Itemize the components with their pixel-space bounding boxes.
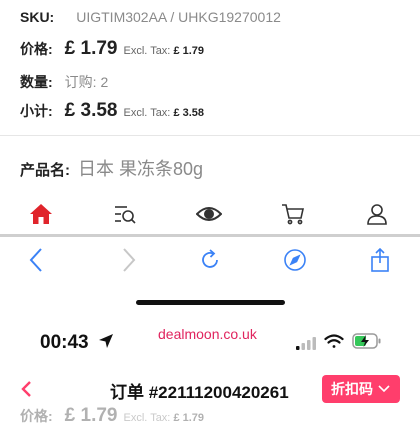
- partial-price-label: 价格:: [20, 408, 53, 424]
- reload-icon: [202, 249, 218, 268]
- partial-price-value: £ 1.79: [64, 405, 118, 426]
- search-list-icon: [115, 206, 136, 224]
- status-time: 00:43: [40, 332, 114, 354]
- compass-icon: [284, 249, 306, 271]
- partial-price-row: 价格: £ 1.79 Excl. Tax: £ 1.79: [20, 405, 204, 427]
- cellular-signal-icon: [296, 337, 316, 350]
- profile-icon: [367, 204, 387, 225]
- qty-label: 数量:: [20, 74, 53, 90]
- browser-share-button[interactable]: [363, 244, 397, 276]
- product-name-row: 产品名: 日本 果冻条80g: [20, 155, 203, 181]
- cart-icon: [282, 204, 304, 225]
- divider: [0, 135, 420, 136]
- sku-row: SKU: UIGTIM302AA / UHKG19270012: [20, 9, 281, 25]
- tab-watch[interactable]: [189, 196, 229, 232]
- partial-tax: Excl. Tax: £ 1.79: [124, 412, 205, 424]
- product-name-label: 产品名:: [20, 162, 70, 179]
- subtotal-tax-label: Excl. Tax:: [123, 107, 171, 119]
- subtotal-tax-value: £ 3.58: [173, 107, 205, 119]
- price-row: 价格: £ 1.79 Excl. Tax: £ 1.79: [20, 38, 204, 60]
- qty-row: 数量: 订购: 2: [20, 72, 108, 92]
- price-label: 价格:: [20, 41, 53, 57]
- tab-profile[interactable]: [357, 196, 397, 232]
- location-arrow-icon: [98, 334, 113, 348]
- product-name-value: 日本 果冻条80g: [78, 159, 204, 179]
- subtotal-value: £ 3.58: [64, 100, 118, 121]
- browser-reload-button[interactable]: [193, 244, 227, 276]
- home-icon: [30, 204, 52, 224]
- qty-value: 订购: 2: [64, 74, 109, 90]
- sku-value: UIGTIM302AA / UHKG19270012: [76, 9, 281, 25]
- tab-cart[interactable]: [273, 196, 313, 232]
- order-title: 订单 #22111200420261: [110, 383, 289, 402]
- status-time-text: 00:43: [40, 332, 89, 353]
- sku-label: SKU:: [20, 9, 55, 25]
- browser-forward-button[interactable]: [112, 244, 146, 276]
- coupon-button[interactable]: 折扣码: [322, 375, 400, 403]
- subtotal-label: 小计:: [20, 103, 53, 119]
- share-icon: [371, 248, 389, 272]
- price-tax-value: £ 1.79: [173, 45, 205, 57]
- status-url: dealmoon.co.uk: [158, 326, 257, 342]
- back-icon: [29, 248, 42, 272]
- bottom-tab-bar: [0, 196, 420, 232]
- partial-tax-value: £ 1.79: [173, 412, 205, 424]
- order-back-icon[interactable]: [20, 380, 32, 398]
- price-tax-label: Excl. Tax:: [123, 45, 171, 57]
- price-tax: Excl. Tax: £ 1.79: [124, 45, 205, 57]
- browser-back-button[interactable]: [19, 244, 53, 276]
- chevron-down-icon: [378, 385, 390, 393]
- battery-charging-icon: [352, 333, 381, 349]
- tab-home[interactable]: [21, 196, 61, 232]
- partial-tax-label: Excl. Tax:: [123, 412, 171, 424]
- forward-icon: [123, 248, 136, 272]
- tab-search[interactable]: [105, 196, 145, 232]
- browser-bookmarks-button[interactable]: [278, 244, 312, 276]
- subtotal-tax: Excl. Tax: £ 3.58: [124, 107, 205, 119]
- subtotal-row: 小计: £ 3.58 Excl. Tax: £ 3.58: [20, 100, 204, 122]
- wifi-icon: [324, 334, 344, 348]
- page-scrollbar[interactable]: [0, 234, 420, 237]
- home-indicator: [136, 300, 285, 305]
- coupon-label: 折扣码: [331, 381, 373, 397]
- eye-icon: [196, 207, 222, 221]
- price-value: £ 1.79: [64, 38, 118, 59]
